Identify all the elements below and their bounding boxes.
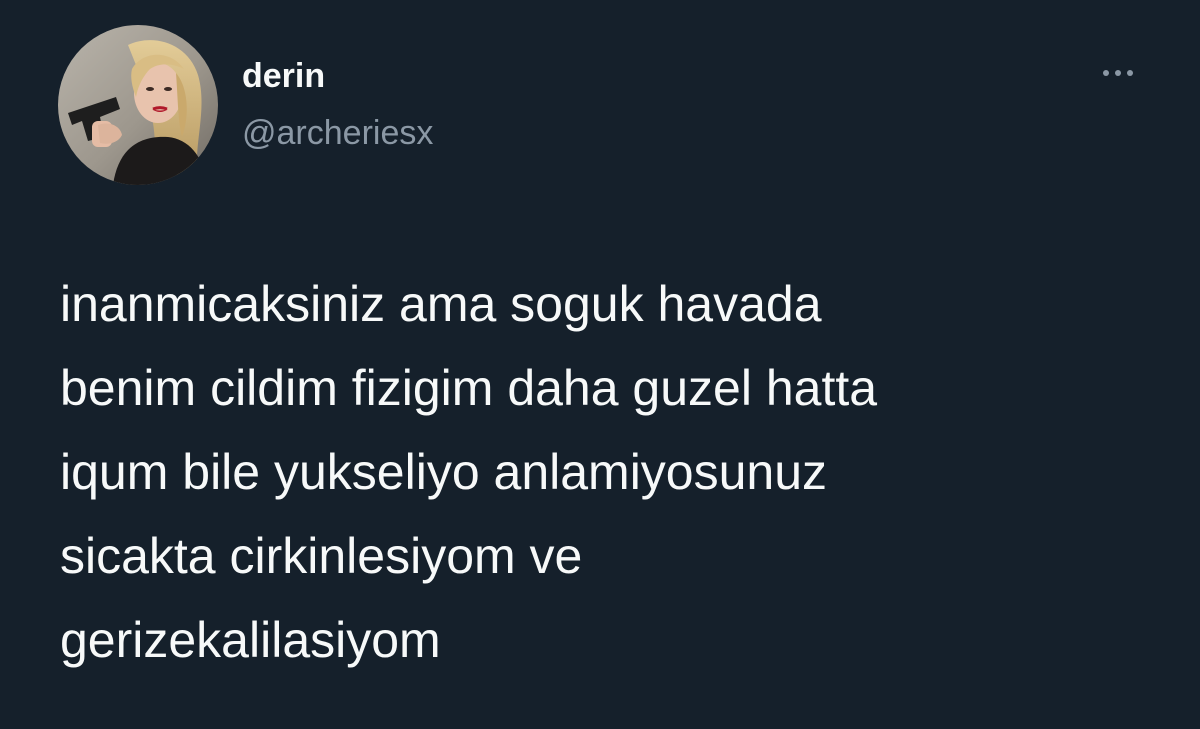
tweet-text-line: inanmicaksiniz ama soguk havada (60, 276, 822, 332)
tweet-card: derin @archeriesx inanmicaksiniz ama sog… (0, 0, 1200, 729)
tweet-text-line: benim cildim fizigim daha guzel hatta (60, 360, 878, 416)
more-horizontal-icon (1115, 70, 1121, 76)
tweet-text-line: gerizekalilasiyom (60, 612, 441, 668)
tweet-text: inanmicaksiniz ama soguk havada benim ci… (60, 262, 1150, 682)
author-handle[interactable]: @archeriesx (242, 113, 433, 153)
more-options-button[interactable] (1090, 55, 1146, 91)
author-avatar[interactable] (58, 25, 218, 185)
avatar-photo-icon (58, 25, 218, 185)
tweet-text-line: iqum bile yukseliyo anlamiyosunuz (60, 444, 828, 500)
tweet-text-line: sicakta cirkinlesiyom ve (60, 528, 583, 584)
author-display-name[interactable]: derin (242, 56, 325, 96)
more-horizontal-icon (1103, 70, 1109, 76)
more-horizontal-icon (1127, 70, 1133, 76)
